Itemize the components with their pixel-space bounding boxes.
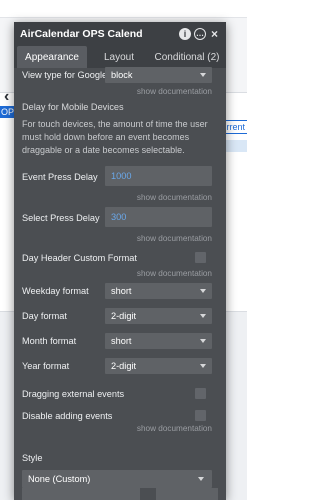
tab-appearance[interactable]: Appearance bbox=[17, 46, 87, 68]
delay-help-text: For touch devices, the amount of time th… bbox=[22, 119, 208, 155]
info-icon[interactable]: i bbox=[179, 28, 191, 40]
chevron-down-icon bbox=[200, 73, 206, 77]
year-format-select[interactable]: 2-digit bbox=[105, 358, 212, 374]
property-editor-panel: AirCalendar OPS Calend i … × Appearance … bbox=[14, 22, 226, 500]
tab-bar: Appearance Layout Conditional (2) bbox=[14, 46, 226, 68]
show-documentation-link[interactable]: show documentation bbox=[22, 234, 218, 243]
chevron-down-icon bbox=[200, 314, 206, 318]
tab-conditional[interactable]: Conditional (2) bbox=[151, 46, 223, 68]
show-documentation-link[interactable]: show documentation bbox=[22, 193, 218, 202]
tab-layout[interactable]: Layout bbox=[87, 46, 151, 68]
disable-adding-row: Disable adding events bbox=[22, 409, 218, 423]
panel-title: AirCalendar OPS Calend bbox=[20, 28, 143, 40]
comment-icon[interactable]: … bbox=[194, 28, 206, 40]
chevron-down-icon bbox=[200, 364, 206, 368]
view-type-google-select[interactable]: block bbox=[105, 67, 212, 83]
disable-adding-label: Disable adding events bbox=[22, 411, 113, 421]
app-topbar bbox=[0, 0, 247, 18]
header-icons: i … × bbox=[179, 28, 220, 40]
style-select[interactable]: None (Custom) bbox=[22, 470, 212, 488]
panel-header[interactable]: AirCalendar OPS Calend i … × bbox=[14, 22, 226, 46]
bottom-field-right[interactable] bbox=[156, 488, 218, 500]
weekday-format-value: short bbox=[111, 286, 132, 296]
chevron-down-icon bbox=[200, 339, 206, 343]
close-icon[interactable]: × bbox=[209, 28, 220, 40]
disable-adding-checkbox[interactable] bbox=[195, 410, 206, 421]
dragging-external-row: Dragging external events bbox=[22, 387, 218, 401]
chevron-left-icon[interactable]: ‹ bbox=[4, 88, 9, 106]
weekday-format-row: Weekday format short bbox=[22, 282, 218, 300]
current-label[interactable]: rrent bbox=[223, 120, 247, 134]
weekday-format-select[interactable]: short bbox=[105, 283, 212, 299]
panel-content: View type for Google block show document… bbox=[14, 66, 226, 488]
show-documentation-link[interactable]: show documentation bbox=[22, 424, 218, 433]
bottom-fields bbox=[22, 488, 218, 500]
event-press-delay-value: 1000 bbox=[111, 171, 132, 181]
day-format-select[interactable]: 2-digit bbox=[105, 308, 212, 324]
event-press-delay-row: Event Press Delay 1000 bbox=[22, 166, 218, 188]
year-format-value: 2-digit bbox=[111, 361, 137, 371]
day-header-custom-checkbox[interactable] bbox=[195, 252, 206, 263]
select-press-delay-value: 300 bbox=[111, 212, 127, 222]
day-format-row: Day format 2-digit bbox=[22, 307, 218, 325]
chevron-down-icon bbox=[198, 477, 204, 481]
show-documentation-link[interactable]: show documentation bbox=[22, 87, 218, 96]
select-press-delay-input[interactable]: 300 bbox=[105, 207, 212, 227]
month-format-row: Month format short bbox=[22, 332, 218, 350]
month-format-value: short bbox=[111, 336, 132, 346]
month-format-select[interactable]: short bbox=[105, 333, 212, 349]
day-format-value: 2-digit bbox=[111, 311, 137, 321]
year-format-row: Year format 2-digit bbox=[22, 357, 218, 375]
show-documentation-link[interactable]: show documentation bbox=[22, 269, 218, 278]
style-value: None (Custom) bbox=[28, 474, 91, 484]
select-press-delay-row: Select Press Delay 300 bbox=[22, 207, 218, 229]
chevron-down-icon bbox=[200, 289, 206, 293]
dragging-external-label: Dragging external events bbox=[22, 389, 125, 399]
event-press-delay-input[interactable]: 1000 bbox=[105, 166, 212, 186]
view-type-google-row: View type for Google block bbox=[22, 66, 218, 84]
day-header-custom-row: Day Header Custom Format bbox=[22, 251, 218, 265]
delay-heading: Delay for Mobile Devices bbox=[22, 102, 124, 112]
view-type-google-value: block bbox=[111, 70, 133, 80]
bottom-field-left[interactable] bbox=[22, 488, 140, 500]
style-label: Style bbox=[22, 453, 43, 463]
day-header-custom-label: Day Header Custom Format bbox=[22, 253, 137, 263]
dragging-external-checkbox[interactable] bbox=[195, 388, 206, 399]
